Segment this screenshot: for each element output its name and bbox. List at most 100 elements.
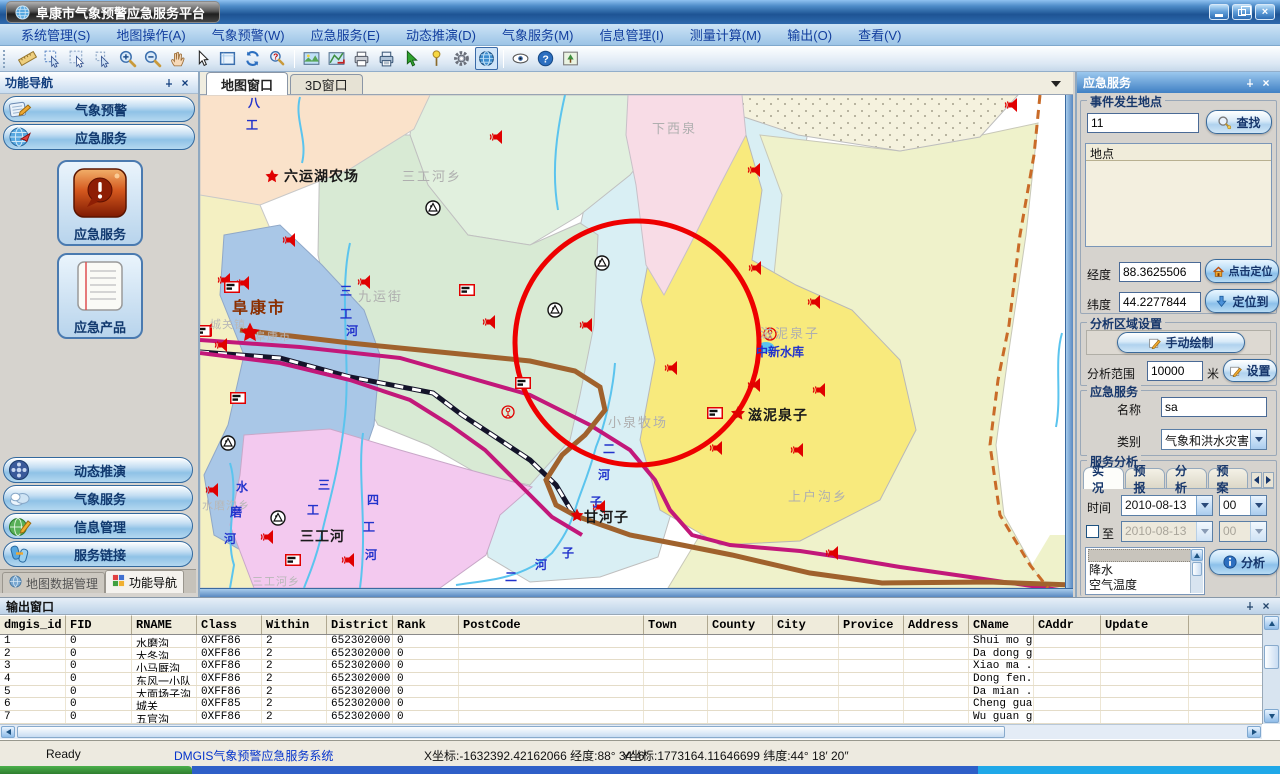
column-header-Class[interactable]: Class bbox=[197, 615, 262, 634]
output-horizontal-scrollbar[interactable] bbox=[0, 724, 1262, 739]
chevron-down-icon[interactable] bbox=[1250, 430, 1266, 449]
menu-item-4[interactable]: 动态推演(D) bbox=[393, 25, 489, 44]
minimize-button[interactable] bbox=[1209, 4, 1229, 20]
service-tab-分析[interactable]: 分析 bbox=[1166, 468, 1207, 488]
help-icon[interactable]: ? bbox=[534, 47, 557, 70]
map-tab-1[interactable]: 3D窗口 bbox=[290, 74, 363, 94]
identify-icon[interactable]: ? bbox=[266, 47, 289, 70]
output-vertical-scrollbar[interactable] bbox=[1262, 615, 1280, 724]
column-header-CName[interactable]: CName bbox=[969, 615, 1034, 634]
close-icon[interactable]: × bbox=[1258, 599, 1274, 613]
globe-active-icon[interactable] bbox=[475, 47, 498, 70]
facility-marker[interactable] bbox=[426, 201, 440, 215]
column-header-County[interactable]: County bbox=[708, 615, 773, 634]
select-point-icon[interactable] bbox=[91, 47, 114, 70]
station-flag-marker[interactable] bbox=[708, 408, 723, 419]
column-header-Provice[interactable]: Provice bbox=[839, 615, 904, 634]
table-row[interactable]: 30小马厩沟0XFF8626523020000Xiao ma ... bbox=[0, 660, 1262, 673]
tool-button-alert[interactable]: 应急服务 bbox=[57, 160, 143, 246]
print-icon[interactable] bbox=[350, 47, 373, 70]
toolbar-grip[interactable] bbox=[3, 50, 9, 68]
facility-marker[interactable] bbox=[271, 511, 285, 525]
scroll-thumb[interactable] bbox=[1192, 562, 1202, 576]
zoom-out-icon[interactable] bbox=[141, 47, 164, 70]
menu-item-8[interactable]: 输出(O) bbox=[774, 25, 845, 44]
find-button[interactable]: 查找 bbox=[1206, 110, 1272, 134]
sidebar-item-应急服务[interactable]: 应急服务 bbox=[3, 124, 195, 150]
select-elements-icon[interactable] bbox=[41, 47, 64, 70]
date2-combo[interactable]: 2010-08-13 bbox=[1121, 521, 1213, 542]
service-tab-预报[interactable]: 预报 bbox=[1125, 468, 1166, 488]
scroll-left-icon[interactable] bbox=[1, 726, 15, 738]
scene-image-icon[interactable] bbox=[559, 47, 582, 70]
element-list[interactable]: 降水空气温度 bbox=[1085, 547, 1205, 595]
analyze-button[interactable]: 分析 bbox=[1209, 549, 1279, 575]
service-type-combo[interactable]: 气象和洪水灾害 bbox=[1161, 429, 1267, 450]
sidebar-item-气象预警[interactable]: 气象预警 bbox=[3, 96, 195, 122]
column-header-PostCode[interactable]: PostCode bbox=[459, 615, 644, 634]
menu-item-1[interactable]: 地图操作(A) bbox=[103, 25, 198, 44]
sidebar-item-动态推演[interactable]: 动态推演 bbox=[3, 457, 193, 483]
date-combo[interactable]: 2010-08-13 bbox=[1121, 495, 1213, 516]
close-icon[interactable]: × bbox=[1258, 76, 1274, 90]
station-flag-marker[interactable] bbox=[460, 285, 475, 296]
station-flag-marker[interactable] bbox=[516, 378, 531, 389]
column-header-FID[interactable]: FID bbox=[66, 615, 132, 634]
service-tab-实况[interactable]: 实况 bbox=[1083, 467, 1124, 489]
table-row[interactable]: 70五官沟0XFF8626523020000Wu guan gou bbox=[0, 711, 1262, 724]
menu-item-5[interactable]: 气象服务(M) bbox=[489, 25, 587, 44]
select-box-icon[interactable] bbox=[66, 47, 89, 70]
pointer-icon[interactable] bbox=[191, 47, 214, 70]
placemark-icon[interactable] bbox=[425, 47, 448, 70]
pan-hand-icon[interactable] bbox=[166, 47, 189, 70]
column-header-Within[interactable]: Within bbox=[262, 615, 327, 634]
selected-item[interactable] bbox=[1088, 549, 1202, 562]
column-header-dmgis_id[interactable]: dmgis_id bbox=[0, 615, 66, 634]
column-header-Rank[interactable]: Rank bbox=[393, 615, 459, 634]
pin-icon[interactable] bbox=[1242, 599, 1258, 613]
service-tab-预案[interactable]: 预案 bbox=[1208, 468, 1249, 488]
visibility-eye-icon[interactable] bbox=[509, 47, 532, 70]
scroll-up-icon[interactable] bbox=[1264, 616, 1279, 630]
map-tab-0[interactable]: 地图窗口 bbox=[206, 72, 288, 95]
sidebar-item-信息管理[interactable]: 信息管理 bbox=[3, 513, 193, 539]
location-list[interactable]: 地点 bbox=[1085, 143, 1272, 247]
table-row[interactable]: 40东风一小队0XFF8626523020000Dong fen... bbox=[0, 673, 1262, 686]
locate-to-button[interactable]: 定位到 bbox=[1205, 289, 1279, 313]
scroll-down-icon[interactable] bbox=[1264, 709, 1279, 723]
click-locate-button[interactable]: 点击定位 bbox=[1205, 259, 1279, 283]
table-row[interactable]: 10水磨沟0XFF8626523020000Shui mo gou bbox=[0, 635, 1262, 648]
chevron-down-icon[interactable] bbox=[1196, 496, 1212, 515]
column-header-Town[interactable]: Town bbox=[644, 615, 708, 634]
column-header-CAddr[interactable]: CAddr bbox=[1034, 615, 1101, 634]
table-row[interactable]: 20大冬沟0XFF8626523020000Da dong gou bbox=[0, 648, 1262, 661]
chevron-down-icon[interactable] bbox=[1051, 81, 1061, 87]
print-preview-icon[interactable] bbox=[375, 47, 398, 70]
list-item[interactable]: 空气温度 bbox=[1086, 578, 1204, 593]
column-header-Update[interactable]: Update bbox=[1101, 615, 1189, 634]
column-header-RNAME[interactable]: RNAME bbox=[132, 615, 197, 634]
go-pointer-icon[interactable] bbox=[400, 47, 423, 70]
latitude-field[interactable] bbox=[1119, 292, 1201, 312]
hour-combo[interactable]: 00 bbox=[1219, 495, 1267, 516]
tool-button-notepad[interactable]: 应急产品 bbox=[57, 253, 143, 339]
station-flag-marker[interactable] bbox=[200, 326, 210, 337]
full-extent-icon[interactable] bbox=[216, 47, 239, 70]
left-tab-0[interactable]: 地图数据管理 bbox=[2, 572, 105, 593]
table-row[interactable]: 60城关0XFF8526523020000Cheng guan bbox=[0, 698, 1262, 711]
chevron-down-icon[interactable] bbox=[1250, 496, 1266, 515]
column-header-District[interactable]: District bbox=[327, 615, 393, 634]
set-button[interactable]: 设置 bbox=[1223, 359, 1277, 382]
scroll-left-icon[interactable] bbox=[1251, 472, 1262, 488]
export-map-icon[interactable] bbox=[325, 47, 348, 70]
ruler-icon[interactable] bbox=[16, 47, 39, 70]
pin-icon[interactable] bbox=[1242, 76, 1258, 90]
left-tab-1[interactable]: 功能导航 bbox=[105, 570, 184, 593]
hour2-combo[interactable]: 00 bbox=[1219, 521, 1267, 542]
close-icon[interactable]: × bbox=[177, 76, 193, 90]
pin-icon[interactable] bbox=[161, 76, 177, 90]
facility-marker[interactable] bbox=[221, 436, 235, 450]
range-field[interactable] bbox=[1147, 361, 1203, 381]
scroll-up-icon[interactable] bbox=[1191, 549, 1203, 561]
scroll-thumb[interactable] bbox=[1264, 645, 1279, 669]
